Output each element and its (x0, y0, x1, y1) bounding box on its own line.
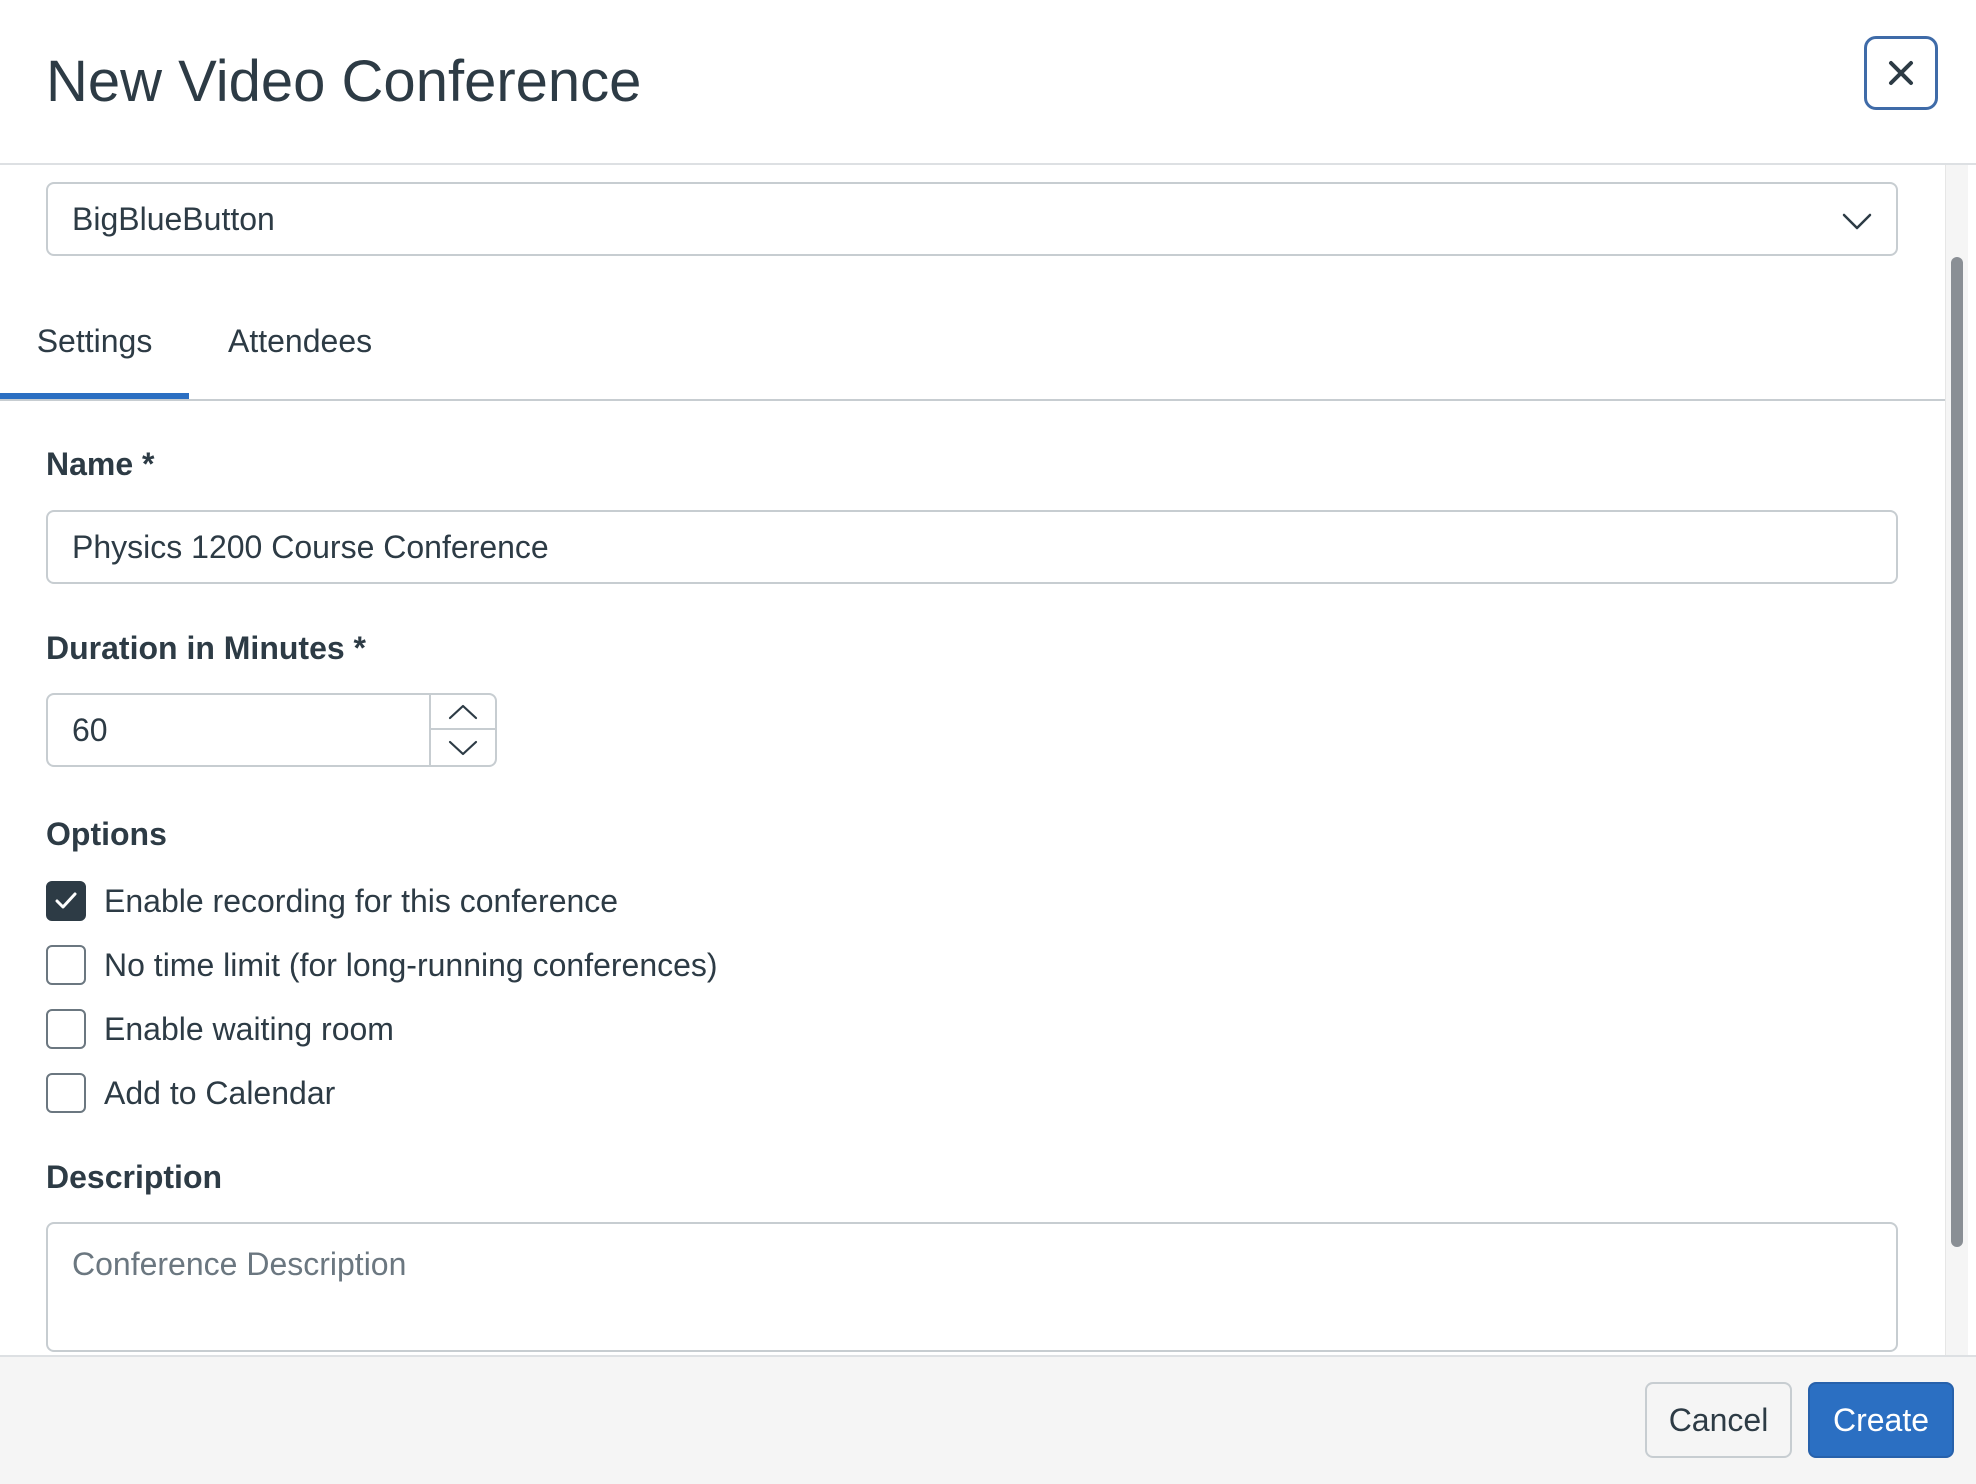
create-button[interactable]: Create (1808, 1382, 1954, 1458)
chevron-down-icon (1842, 213, 1872, 230)
cancel-button[interactable]: Cancel (1645, 1382, 1792, 1458)
dialog-footer: Cancel Create (0, 1355, 1976, 1484)
description-placeholder: Conference Description (72, 1246, 407, 1282)
name-input[interactable]: Physics 1200 Course Conference (46, 510, 1898, 584)
waiting-room-checkbox[interactable] (46, 1009, 86, 1049)
scrollbar-thumb[interactable] (1951, 257, 1963, 1247)
dialog-body: BigBlueButton Settings Attendees Name * … (0, 165, 1976, 1355)
add-to-calendar-checkbox-label: Add to Calendar (104, 1075, 336, 1111)
stepper-arrows (429, 695, 495, 765)
options-label: Options (46, 816, 167, 852)
tab-list: Settings Attendees (0, 313, 1948, 401)
tab-settings[interactable]: Settings (0, 313, 189, 399)
provider-select-value: BigBlueButton (72, 201, 275, 237)
duration-stepper[interactable]: 60 (46, 693, 497, 767)
decrement-button[interactable] (431, 730, 495, 765)
new-conference-dialog: New Video Conference BigBlueButton Setti… (0, 0, 1976, 1484)
no-time-limit-checkbox-label: No time limit (for long-running conferen… (104, 947, 718, 983)
description-textarea[interactable]: Conference Description (46, 1222, 1898, 1352)
add-to-calendar-checkbox[interactable] (46, 1073, 86, 1113)
duration-label: Duration in Minutes * (46, 630, 366, 666)
tab-attendees[interactable]: Attendees (228, 313, 378, 399)
recording-checkbox-label: Enable recording for this conference (104, 883, 619, 919)
close-icon (1889, 61, 1913, 85)
waiting-room-checkbox-label: Enable waiting room (104, 1011, 394, 1047)
provider-select[interactable]: BigBlueButton (46, 182, 1898, 256)
increment-button[interactable] (431, 695, 495, 730)
recording-checkbox[interactable] (46, 881, 86, 921)
no-time-limit-checkbox[interactable] (46, 945, 86, 985)
dialog-title: New Video Conference (46, 49, 642, 114)
chevron-down-icon (448, 740, 478, 755)
description-label: Description (46, 1159, 223, 1195)
duration-value[interactable]: 60 (72, 695, 108, 765)
dialog-header: New Video Conference (0, 0, 1976, 165)
name-label: Name * (46, 446, 155, 482)
close-button[interactable] (1864, 36, 1938, 110)
chevron-up-icon (448, 704, 478, 719)
scrollbar[interactable] (1945, 165, 1968, 1355)
checkmark-icon (55, 892, 77, 909)
